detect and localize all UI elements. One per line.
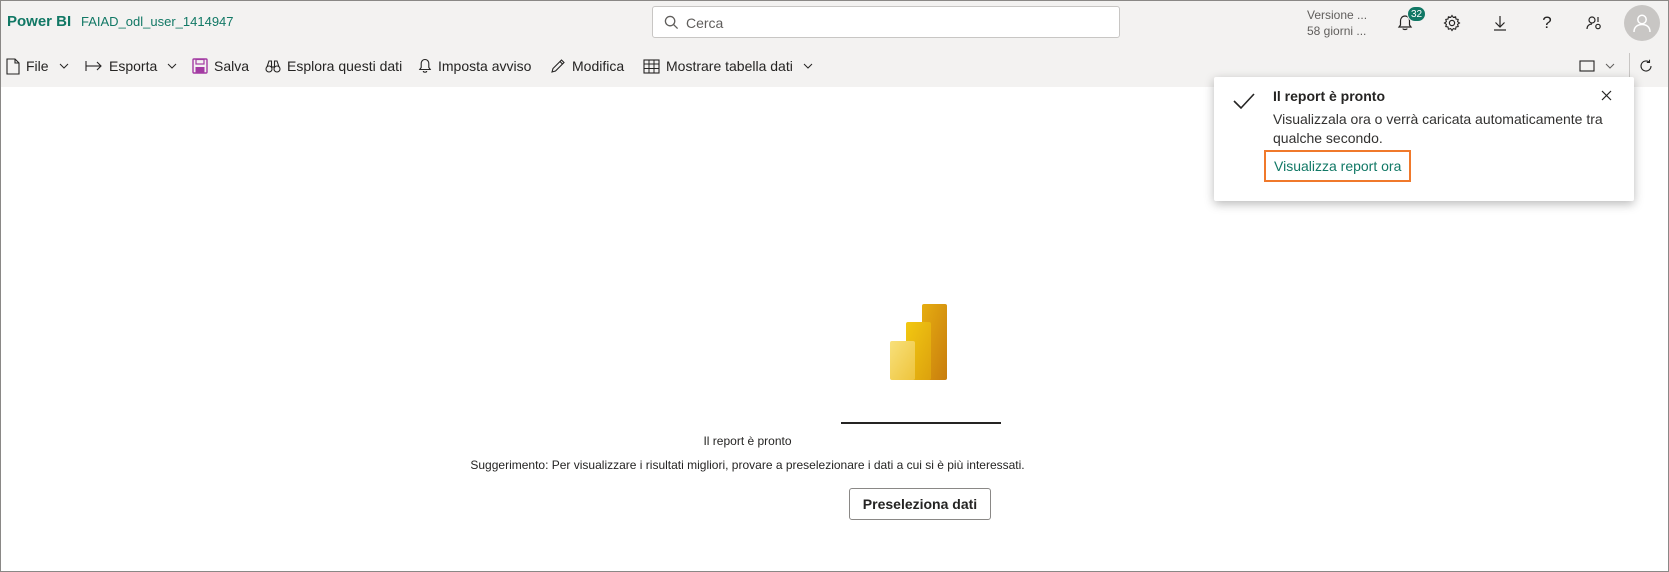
notifications-button[interactable]: 32 (1391, 6, 1427, 37)
table-icon (643, 58, 660, 74)
workspace-name[interactable]: FAIAD_odl_user_1414947 (81, 14, 234, 29)
save-button[interactable]: Salva (192, 45, 249, 87)
view-report-now-link[interactable]: Visualizza report ora (1264, 150, 1412, 182)
checkmark-icon (1233, 93, 1255, 110)
chevron-down-icon (1605, 63, 1615, 69)
set-alert-button[interactable]: Imposta avviso (418, 45, 531, 87)
user-avatar[interactable] (1624, 5, 1660, 41)
binoculars-icon (265, 60, 281, 73)
tip-text: Suggerimento: Per visualizzare i risulta… (470, 458, 1025, 472)
view-icon (1579, 60, 1595, 72)
alert-label: Imposta avviso (438, 58, 532, 74)
report-ready-toast: Il report è pronto Visualizzala ora o ve… (1214, 77, 1634, 201)
chevron-down-icon (59, 63, 68, 69)
show-data-table-menu[interactable]: Mostrare tabella dati (643, 45, 813, 87)
loading-status: Il report è pronto (703, 434, 792, 448)
preselect-data-button[interactable]: Preseleziona dati (849, 488, 991, 520)
close-icon (1601, 90, 1611, 100)
edit-label: Modifica (572, 58, 625, 74)
search-icon (664, 15, 679, 30)
file-menu[interactable]: File (6, 45, 69, 87)
edit-button[interactable]: Modifica (550, 45, 624, 87)
help-button[interactable]: ? (1533, 9, 1561, 37)
chevron-down-icon (167, 63, 177, 69)
chevron-down-icon (803, 63, 813, 69)
export-icon (85, 61, 102, 71)
pencil-icon (551, 59, 565, 73)
trial-line-1: Versione ... (1307, 8, 1368, 22)
search-box[interactable] (652, 6, 1120, 38)
power-bi-logo (890, 304, 947, 380)
file-label: File (26, 58, 49, 74)
trial-status[interactable]: Versione ... 58 giorni ... (1307, 7, 1367, 39)
tip-wrap: Suggerimento: Per visualizzare i risulta… (1, 458, 1668, 472)
save-icon (192, 58, 208, 74)
refresh-button[interactable] (1639, 45, 1653, 87)
notification-badge: 32 (1407, 6, 1427, 22)
download-icon (1494, 16, 1506, 31)
save-label: Salva (214, 58, 250, 74)
toast-message: Visualizzala ora o verrà caricata automa… (1273, 111, 1603, 146)
trial-line-2: 58 giorni ... (1307, 24, 1367, 38)
download-button[interactable] (1486, 9, 1514, 37)
show-table-label: Mostrare tabella dati (666, 58, 793, 74)
share-button[interactable] (1580, 9, 1608, 37)
help-icon: ? (1542, 13, 1552, 32)
close-toast-button[interactable] (1597, 86, 1615, 104)
explore-label: Esplora questi dati (287, 58, 403, 74)
export-label: Esporta (109, 58, 158, 74)
loading-progress-bar (841, 422, 1001, 424)
app-brand[interactable]: Power BI (7, 13, 71, 30)
search-input[interactable] (686, 13, 1106, 33)
toolbar-divider (1629, 53, 1630, 79)
bell-icon (418, 58, 432, 73)
settings-button[interactable] (1438, 9, 1466, 37)
toast-title: Il report è pronto (1273, 88, 1385, 104)
gear-icon (1443, 14, 1461, 32)
export-menu[interactable]: Esporta (85, 45, 177, 87)
share-icon (1586, 16, 1601, 30)
avatar-icon (1633, 14, 1651, 33)
explore-data-button[interactable]: Esplora questi dati (265, 45, 402, 87)
loading-status-wrap: Il report è pronto (1, 434, 1668, 448)
file-icon (6, 57, 20, 75)
refresh-icon (1640, 59, 1652, 72)
app-window: Power BI FAIAD_odl_user_1414947 Versione… (0, 0, 1669, 572)
header-bar: Power BI FAIAD_odl_user_1414947 Versione… (1, 1, 1668, 45)
